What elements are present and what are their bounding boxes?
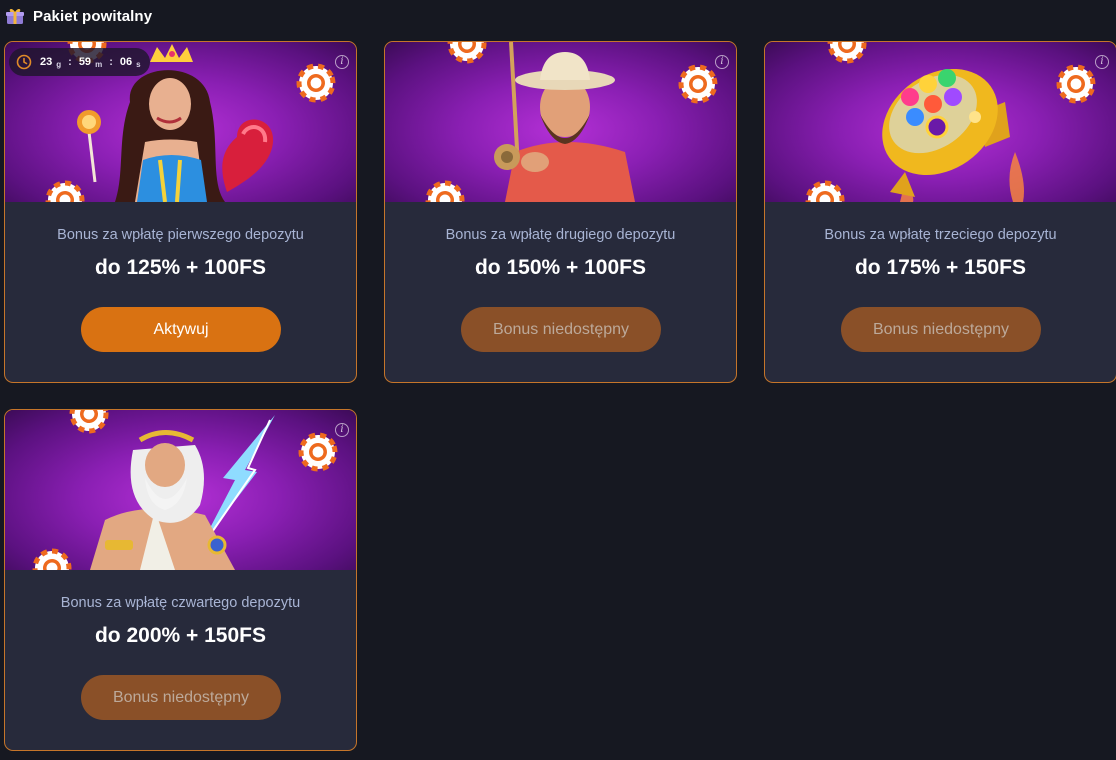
bonus-unavailable-button[interactable]: Bonus niedostępny — [841, 307, 1041, 352]
rocket-character-image — [765, 42, 1116, 202]
bonus-caption: Bonus za wpłatę trzeciego depozytu — [824, 227, 1057, 243]
bonus-amount: do 150% + 100FS — [474, 256, 646, 279]
bonus-card-4: i Bonus za wpłatę czwartego depozytu do … — [4, 409, 357, 751]
bonus-unavailable-button[interactable]: Bonus niedostępny — [461, 307, 661, 352]
timer-separator: : — [68, 56, 72, 68]
info-icon[interactable]: i — [335, 423, 349, 437]
bonus-banner: i — [765, 42, 1116, 202]
bonus-caption: Bonus za wpłatę czwartego depozytu — [60, 595, 301, 611]
info-icon[interactable]: i — [335, 55, 349, 69]
timer-hours-unit: g — [56, 59, 62, 69]
page-header: Pakiet powitalny — [6, 5, 152, 27]
timer-hours: 23 — [40, 56, 53, 68]
page-title: Pakiet powitalny — [33, 7, 153, 25]
timer-minutes-unit: m — [95, 59, 103, 69]
zeus-character-image — [5, 410, 356, 570]
timer-minutes: 59 — [78, 56, 92, 68]
bonus-card-3: i Bonus za wpłatę trzeciego depozytu do … — [764, 41, 1116, 383]
bonus-unavailable-button[interactable]: Bonus niedostępny — [81, 675, 281, 720]
bonus-banner: 23 g : 59 m : 06 s i — [5, 42, 356, 202]
timer-seconds: 06 — [119, 56, 133, 68]
bonus-caption: Bonus za wpłatę drugiego depozytu — [445, 227, 676, 243]
bonus-card-1: 23 g : 59 m : 06 s i Bonus za wpłatę pierws… — [4, 41, 357, 383]
timer-separator: : — [109, 56, 113, 68]
bonus-caption: Bonus za wpłatę pierwszego depozytu — [57, 227, 304, 243]
bonus-banner: i — [385, 42, 736, 202]
info-icon[interactable]: i — [1095, 55, 1109, 69]
bonus-card-2: i Bonus za wpłatę drugiego depozytu do 1… — [384, 41, 737, 383]
bonus-amount: do 175% + 150FS — [854, 256, 1026, 279]
bonus-amount: do 200% + 150FS — [94, 624, 266, 647]
timer-seconds-unit: s — [136, 59, 141, 69]
gift-icon — [6, 8, 24, 24]
clock-icon — [16, 54, 32, 70]
bonus-amount: do 125% + 100FS — [94, 256, 266, 279]
info-icon[interactable]: i — [715, 55, 729, 69]
bonus-banner: i — [5, 410, 356, 570]
fisherman-character-image — [385, 42, 736, 202]
countdown-timer: 23 g : 59 m : 06 s — [9, 48, 150, 76]
activate-bonus-button[interactable]: Aktywuj — [81, 307, 281, 352]
